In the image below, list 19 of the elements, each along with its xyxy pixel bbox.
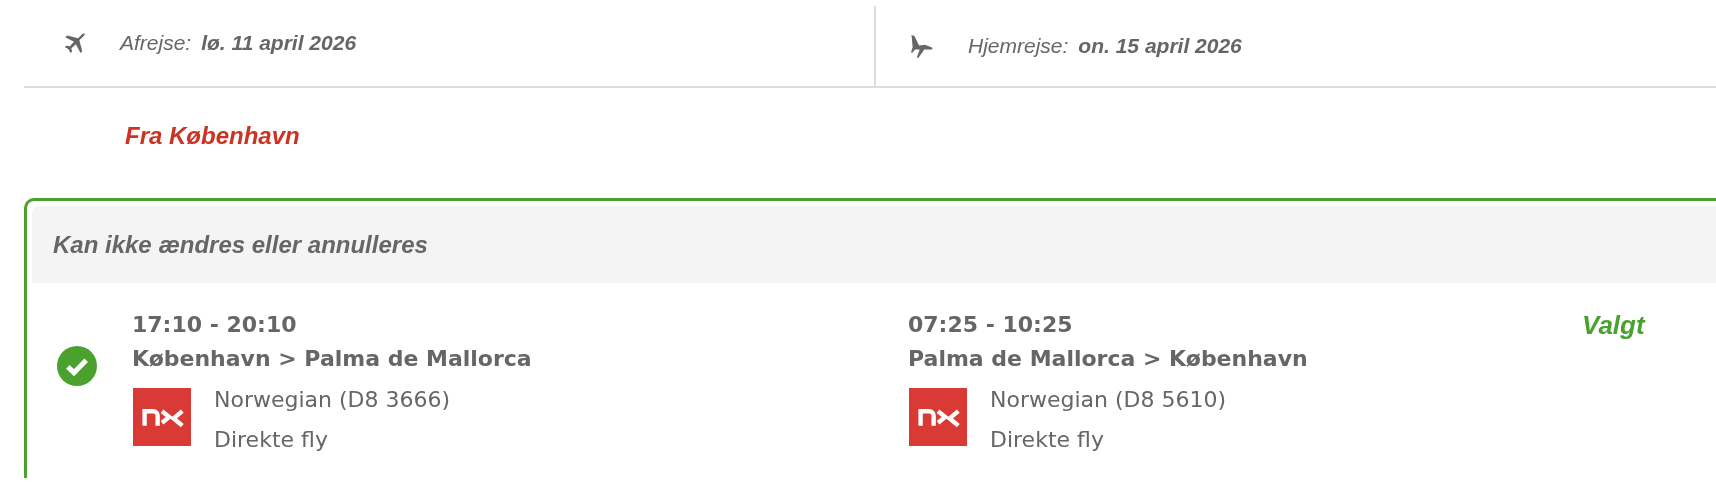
flight-times: 07:25 - 10:25 [908,311,1073,339]
flight-route: København > Palma de Mallorca [132,345,532,373]
date-label: Afrejse: [120,31,192,55]
flight-route: Palma de Mallorca > København [908,345,1308,373]
section-title: Fra København [125,122,301,151]
airline-flight-number: Norwegian (D8 3666) [214,386,451,414]
date-label: Hjemrejse: [968,34,1069,58]
airline-flight-number: Norwegian (D8 5610) [990,386,1227,414]
fare-condition-banner: Kan ikke ændres eller annulleres [32,206,1716,283]
airline-logo-icon [908,388,968,446]
flight-times: 17:10 - 20:10 [132,311,297,339]
flight-type: Direkte fly [990,426,1105,454]
flight-option-card[interactable]: Kan ikke ændres eller annulleres 17:10 - 20:10 København > Palma de Mallorca Norwegian (D8 3666) Direkte fly 07:25 - 10:25 Palma de Mallorca > København Norwegian (D8 5610) Direkte fly Valgt [24,198,1716,478]
selected-status: Valgt [1582,309,1645,342]
flight-type: Direkte fly [214,426,329,454]
date-value: on. 15 april 2026 [1078,34,1242,58]
airline-logo-icon [132,388,192,446]
date-value: lø. 11 april 2026 [201,31,357,55]
airplane-landing-icon [908,32,936,60]
